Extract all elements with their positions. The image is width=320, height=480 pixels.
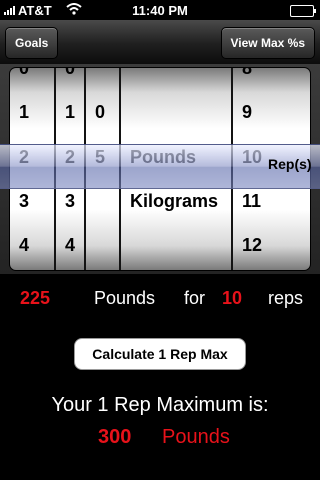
goals-button[interactable]: Goals	[5, 27, 59, 59]
lift-summary: 225 Pounds for 10 reps	[0, 288, 320, 314]
view-max-percentages-button[interactable]: View Max %s	[220, 27, 315, 59]
picker-row[interactable]	[121, 90, 231, 134]
picker-row[interactable]: 1	[56, 90, 84, 134]
picker-row[interactable]: 0	[56, 68, 84, 90]
status-time: 11:40 PM	[132, 3, 188, 18]
picker-row[interactable]: 4	[56, 223, 84, 267]
calculate-one-rep-max-button[interactable]: Calculate 1 Rep Max	[74, 338, 246, 370]
reps-selection-label: Rep(s)	[268, 156, 312, 172]
battery-icon	[290, 5, 316, 17]
result-label: Your 1 Rep Maximum is:	[51, 394, 269, 416]
picker-row[interactable]: 1	[10, 90, 54, 134]
result-line: 300 Pounds	[0, 426, 320, 452]
weight-unit: Pounds	[94, 288, 156, 308]
picker-row[interactable]	[86, 68, 119, 90]
one-rep-max-value: 300	[98, 426, 132, 448]
navigation-bar: Goals View Max %s	[0, 20, 320, 65]
picker-row[interactable]: 12	[233, 223, 310, 267]
picker-row[interactable]	[121, 223, 231, 267]
reps-value: 10	[222, 288, 243, 308]
weight-value: 225	[20, 288, 51, 308]
picker-row[interactable]	[86, 223, 119, 267]
picker-row[interactable]: 0	[86, 90, 119, 134]
picker-row[interactable]: 9	[233, 90, 310, 134]
picker-area: 0 1 2 3 4 0 1 2 3 4 0 5 Pounds Kilograms	[0, 64, 320, 274]
reps-label: reps	[268, 288, 304, 308]
picker-row[interactable]: 0	[10, 68, 54, 90]
picker-row[interactable]: 4	[10, 223, 54, 267]
picker-row[interactable]: 8	[233, 68, 310, 90]
status-bar: AT&T 11:40 PM	[0, 0, 320, 20]
for-label: for	[184, 288, 206, 308]
one-rep-max-unit: Pounds	[162, 426, 230, 448]
picker-row[interactable]	[121, 68, 231, 90]
